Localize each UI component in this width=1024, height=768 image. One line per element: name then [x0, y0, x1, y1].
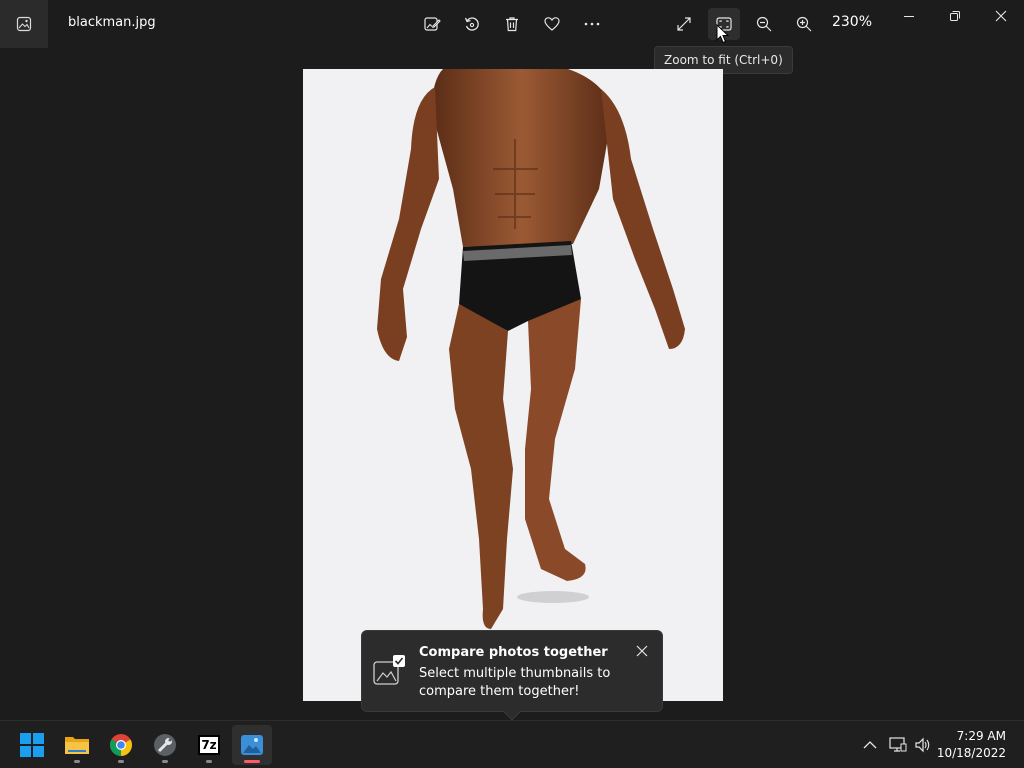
clock-date: 10/18/2022 — [936, 746, 1006, 760]
delete-icon — [506, 17, 518, 32]
close-window-button[interactable] — [978, 0, 1024, 32]
running-indicator — [206, 760, 212, 763]
file-name: blackman.jpg — [68, 15, 156, 30]
tip-title: Compare photos together — [419, 645, 608, 660]
7zip-button[interactable]: 7z — [189, 725, 229, 765]
restore-button[interactable] — [932, 0, 978, 32]
7zip-label: 7z — [201, 738, 217, 752]
fullscreen-icon — [677, 17, 691, 31]
file-explorer-button[interactable] — [57, 725, 97, 765]
running-indicator — [118, 760, 124, 763]
zoom-out-icon — [756, 16, 772, 32]
tool-app-button[interactable] — [145, 725, 185, 765]
close-icon — [636, 645, 648, 657]
photo-content — [303, 69, 723, 701]
chevron-up-icon — [863, 741, 877, 749]
volume-button[interactable] — [911, 733, 935, 757]
favorite-icon — [544, 17, 560, 31]
chrome-button[interactable] — [101, 725, 141, 765]
rotate-button[interactable] — [456, 8, 488, 40]
delete-button[interactable] — [496, 8, 528, 40]
chrome-icon — [110, 734, 132, 756]
7zip-icon: 7z — [198, 735, 220, 755]
compare-photos-tip: Compare photos together Select multiple … — [361, 630, 663, 721]
more-options-button[interactable] — [576, 8, 608, 40]
title-bar: blackman.jpg 230% — [0, 0, 1024, 48]
running-indicator — [74, 760, 80, 763]
zoom-in-icon — [796, 16, 812, 32]
clock[interactable]: 7:29 AM 10/18/2022 — [937, 728, 1006, 762]
tip-pointer — [503, 703, 521, 721]
close-icon — [995, 10, 1007, 22]
show-hidden-icons-button[interactable] — [858, 733, 882, 757]
photos-app-icon[interactable] — [0, 0, 48, 48]
mouse-cursor — [716, 24, 730, 44]
active-indicator — [244, 760, 260, 763]
photos-window: blackman.jpg 230% Zoom to fit (Ctrl+0) C… — [0, 0, 1024, 721]
speaker-icon — [915, 737, 930, 753]
network-button[interactable] — [886, 733, 910, 757]
start-button[interactable] — [12, 725, 52, 765]
minimize-icon — [904, 16, 914, 17]
clock-time: 7:29 AM — [956, 729, 1006, 743]
favorite-button[interactable] — [536, 8, 568, 40]
edit-image-button[interactable] — [416, 8, 448, 40]
zoom-level[interactable]: 230% — [824, 14, 880, 30]
compare-photos-icon — [373, 655, 405, 685]
edit-image-icon — [424, 17, 441, 31]
running-indicator — [162, 760, 168, 763]
wrench-icon — [154, 734, 176, 756]
zoom-out-button[interactable] — [748, 8, 780, 40]
tip-body: Select multiple thumbnails to compare th… — [419, 666, 611, 699]
fullscreen-button[interactable] — [668, 8, 700, 40]
more-icon — [584, 22, 600, 26]
photo-image — [303, 69, 723, 701]
minimize-button[interactable] — [886, 0, 932, 32]
restore-icon — [950, 11, 960, 21]
network-icon — [889, 737, 907, 752]
tip-close-button[interactable] — [632, 641, 652, 661]
folder-icon — [65, 737, 89, 754]
taskbar: 7z 7:29 AM 10/18/2022 — [0, 720, 1024, 768]
rotate-icon — [464, 17, 479, 31]
photos-icon — [241, 735, 263, 755]
zoom-in-button[interactable] — [788, 8, 820, 40]
windows-logo-icon — [20, 733, 44, 757]
photos-button[interactable] — [232, 725, 272, 765]
